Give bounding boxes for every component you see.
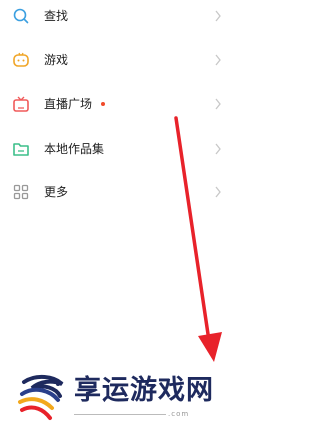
chevron-right-icon <box>214 186 222 198</box>
chevron-right-icon <box>214 10 222 22</box>
menu-item-label: 本地作品集 <box>44 142 105 156</box>
watermark: 享运游戏网 .com <box>8 370 236 426</box>
chevron-right-icon <box>214 143 222 155</box>
menu-item-more[interactable]: 更多 <box>0 177 240 207</box>
dragon-logo-icon <box>18 375 64 420</box>
watermark-url-text: .com <box>168 410 190 418</box>
menu-screen: 查找 游戏 直播广场 本地作品集 更多 享运游戏网 .com <box>0 0 240 430</box>
watermark-divider <box>74 414 166 415</box>
grid-icon <box>12 183 30 201</box>
new-badge-dot <box>101 102 105 106</box>
menu-item-label: 更多 <box>44 185 69 199</box>
gamepad-icon <box>12 51 30 69</box>
menu-item-games[interactable]: 游戏 <box>0 45 240 75</box>
watermark-brand-text: 享运游戏网 <box>74 375 214 406</box>
menu-item-label: 直播广场 <box>44 97 93 111</box>
folder-icon <box>12 140 30 158</box>
menu-item-search[interactable]: 查找 <box>0 1 240 31</box>
menu-item-live-plaza[interactable]: 直播广场 <box>0 89 240 119</box>
chevron-right-icon <box>214 98 222 110</box>
search-icon <box>12 7 30 25</box>
menu-item-label: 游戏 <box>44 53 69 67</box>
menu-item-label: 查找 <box>44 9 69 23</box>
menu-item-local-works[interactable]: 本地作品集 <box>0 134 240 164</box>
chevron-right-icon <box>214 54 222 66</box>
live-tv-icon <box>12 95 30 113</box>
